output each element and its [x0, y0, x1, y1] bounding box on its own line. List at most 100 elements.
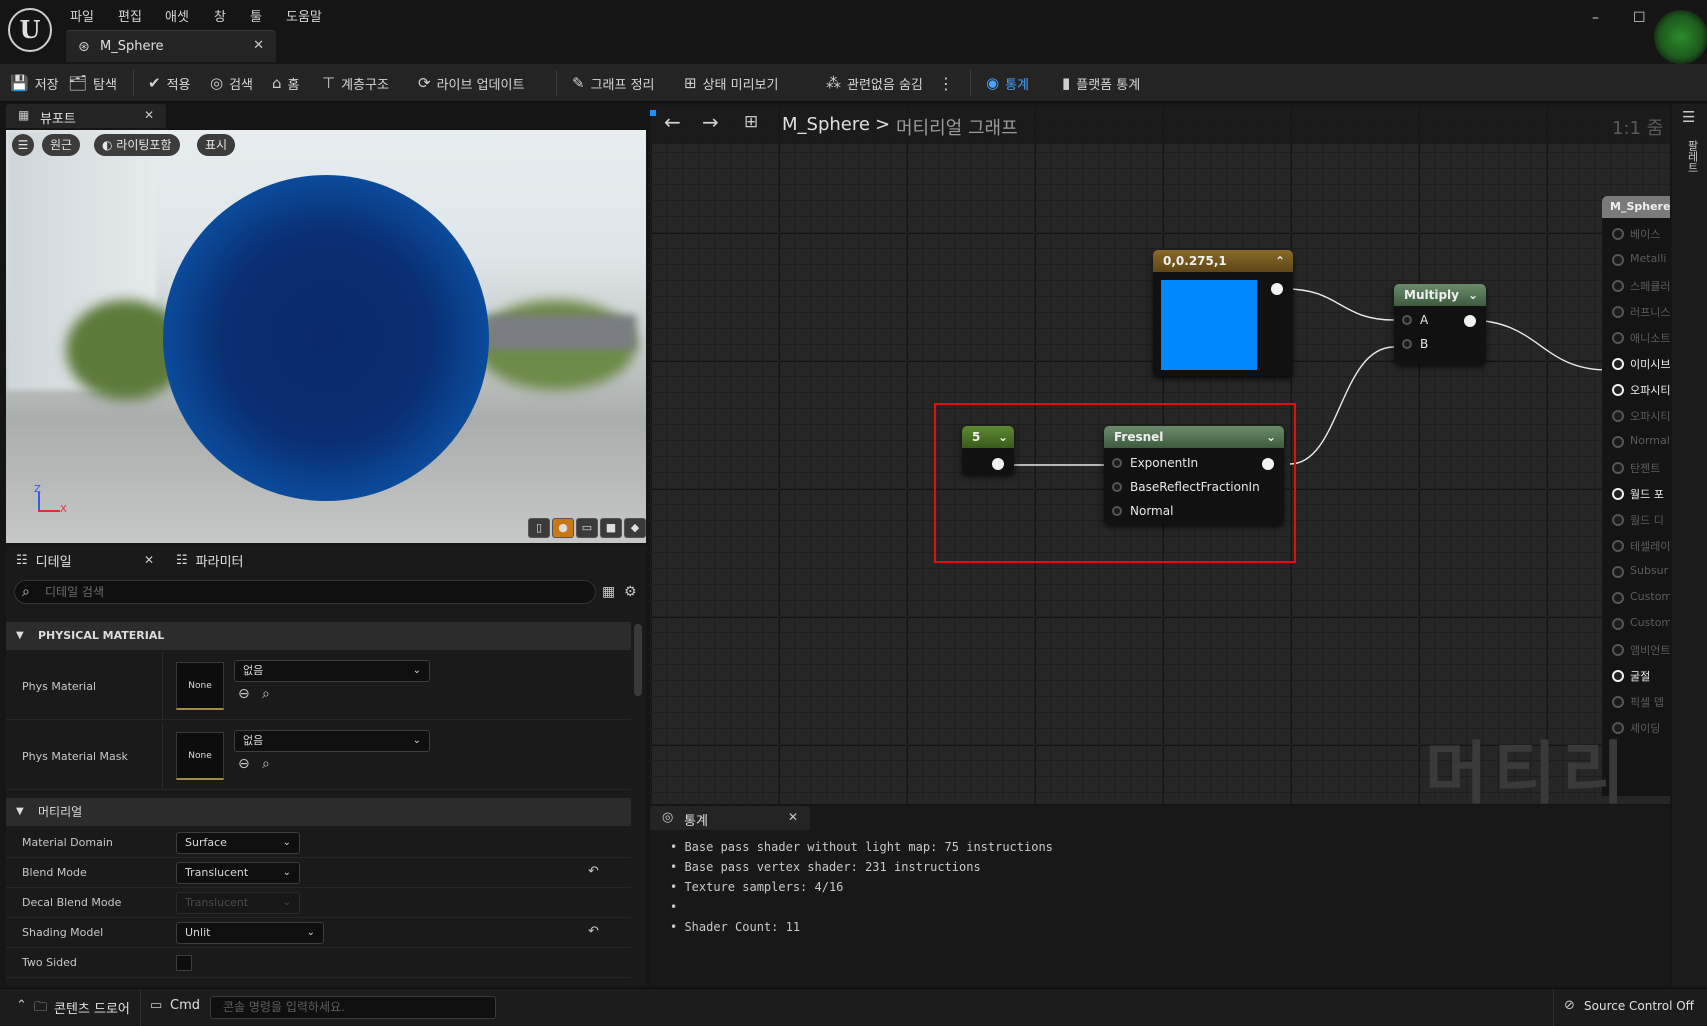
- input-pin-exponent[interactable]: [1112, 458, 1122, 468]
- fresnel-node[interactable]: Fresnel ⌄ ExponentIn BaseReflectFractionI…: [1104, 426, 1284, 524]
- hierarchy-button[interactable]: ⊤ 계층구조: [322, 72, 389, 94]
- hamburger-menu-icon[interactable]: ☰: [12, 134, 34, 156]
- material-preview-viewport[interactable]: ☰ 원근 ◐ 라이팅포함 표시 Z X ▯ ● ▭ ■ ◆: [6, 130, 646, 543]
- clean-graph-button[interactable]: ✎ 그래프 정리: [572, 72, 655, 94]
- online-status-icon[interactable]: [1654, 10, 1707, 64]
- output-node-pin[interactable]: 베이스: [1612, 224, 1670, 244]
- chevron-up-icon[interactable]: ⌃: [1275, 250, 1285, 272]
- table-view-icon[interactable]: ▦: [602, 584, 615, 600]
- browse-button[interactable]: 🗂 탐색: [68, 72, 117, 94]
- constant-node[interactable]: 5 ⌄: [962, 426, 1014, 474]
- asset-tab[interactable]: ⊛ M_Sphere ✕: [66, 30, 276, 62]
- material-graph-canvas[interactable]: ← → ⊞ M_Sphere > 머티리얼 그래프 1:1 줌 0,0.275,…: [650, 104, 1670, 804]
- hide-unrelated-button[interactable]: ⁂ 관련없음 숨김: [826, 72, 923, 94]
- cylinder-icon[interactable]: ▯: [528, 518, 550, 538]
- output-pin[interactable]: [992, 458, 1004, 470]
- content-drawer-button[interactable]: 콘텐츠 드로어: [54, 998, 130, 1017]
- chevron-up-icon[interactable]: ⌃: [16, 998, 27, 1013]
- search-button[interactable]: ◎ 검색: [210, 72, 253, 94]
- output-node-pin[interactable]: 앰비언트: [1612, 640, 1670, 660]
- output-node-pin[interactable]: 이미시브: [1612, 354, 1670, 374]
- output-node-pin[interactable]: Normal: [1612, 432, 1670, 452]
- output-node-pin[interactable]: 월드 디: [1612, 510, 1670, 530]
- output-node-pin[interactable]: 스페큘러: [1612, 276, 1670, 296]
- section-material[interactable]: ▼ 머티리얼: [6, 798, 631, 826]
- input-pin-normal[interactable]: [1112, 506, 1122, 516]
- output-node-pin[interactable]: 탄젠트: [1612, 458, 1670, 478]
- state-preview-button[interactable]: ⊞ 상태 미리보기: [684, 72, 778, 94]
- chevron-down-icon[interactable]: ⌄: [1468, 284, 1478, 306]
- save-button[interactable]: 💾 저장: [10, 72, 59, 94]
- menu-edit[interactable]: 편집: [118, 6, 142, 25]
- output-node-pin[interactable]: 월드 포: [1612, 484, 1670, 504]
- stats-button[interactable]: ◉ 통계: [986, 72, 1029, 94]
- close-icon[interactable]: ✕: [144, 553, 154, 567]
- input-pin-a[interactable]: [1402, 315, 1412, 325]
- multiply-node[interactable]: Multiply ⌄ A B: [1394, 284, 1486, 364]
- output-node-pin[interactable]: Custom: [1612, 614, 1670, 634]
- blend-mode-combo[interactable]: Translucent ⌄: [176, 862, 300, 884]
- tab-parameters[interactable]: ☷ 파라미터: [176, 546, 244, 574]
- lit-mode-button[interactable]: ◐ 라이팅포함: [94, 134, 180, 156]
- console-input[interactable]: 콘솔 명령을 입력하세요.: [210, 996, 496, 1019]
- menu-tools[interactable]: 툴: [250, 6, 262, 25]
- list-icon[interactable]: ☰: [1682, 108, 1695, 126]
- input-pin-basereflect[interactable]: [1112, 482, 1122, 492]
- details-search-input[interactable]: 디테일 검색: [14, 580, 596, 604]
- output-node-pin[interactable]: 굴절: [1612, 666, 1670, 686]
- maximize-button[interactable]: ☐: [1633, 10, 1646, 26]
- platform-stats-button[interactable]: ▮ 플랫폼 통계: [1062, 72, 1140, 94]
- browse-to-asset-icon[interactable]: ⊖: [238, 686, 250, 702]
- sphere-icon[interactable]: ●: [552, 518, 574, 538]
- more-options-icon[interactable]: ⋮: [938, 72, 954, 94]
- show-button[interactable]: 표시: [197, 134, 236, 156]
- output-node-pin[interactable]: Subsur: [1612, 562, 1670, 582]
- output-node-pin[interactable]: 오파시티: [1612, 406, 1670, 426]
- menu-asset[interactable]: 애셋: [165, 6, 189, 25]
- apply-button[interactable]: ✔ 적용: [148, 72, 191, 94]
- output-node-pin[interactable]: 오파시티: [1612, 380, 1670, 400]
- output-pin[interactable]: [1262, 458, 1274, 470]
- browse-to-asset-icon[interactable]: ⊖: [238, 756, 250, 772]
- output-node-pin[interactable]: 픽셀 뎁: [1612, 692, 1670, 712]
- material-output-node[interactable]: M_Sphere 베이스 Metalli 스페큘러 러프니스 애니소트 이미시브 오파시티 오…: [1602, 196, 1670, 796]
- reset-to-default-icon[interactable]: ↶: [588, 924, 599, 939]
- two-sided-checkbox[interactable]: [176, 955, 192, 971]
- reset-to-default-icon[interactable]: ↶: [588, 864, 599, 879]
- material-domain-combo[interactable]: Surface ⌄: [176, 832, 300, 854]
- gear-icon[interactable]: ⚙: [624, 584, 637, 600]
- chevron-down-icon[interactable]: ⌄: [998, 426, 1008, 448]
- output-node-pin[interactable]: Metalli: [1612, 250, 1670, 270]
- find-asset-icon[interactable]: ⌕: [262, 756, 270, 772]
- menu-file[interactable]: 파일: [70, 6, 94, 25]
- minimize-button[interactable]: –: [1592, 10, 1599, 26]
- tab-details[interactable]: ☷ 디테일: [16, 546, 72, 574]
- plane-icon[interactable]: ▭: [576, 518, 598, 538]
- menu-window[interactable]: 창: [214, 6, 226, 25]
- constant3vector-node[interactable]: 0,0.275,1 ⌃: [1153, 250, 1293, 376]
- shading-model-combo[interactable]: Unlit ⌄: [176, 922, 324, 944]
- tab-stats[interactable]: ◎ 통계 ✕: [650, 806, 810, 830]
- palette-tab[interactable]: 팔레트: [1684, 140, 1700, 173]
- live-update-button[interactable]: ⟳ 라이브 업데이트: [418, 72, 524, 94]
- source-control-status[interactable]: Source Control Off: [1584, 999, 1694, 1013]
- details-scrollbar[interactable]: [634, 624, 642, 696]
- close-icon[interactable]: ✕: [144, 108, 154, 122]
- close-icon[interactable]: ✕: [253, 38, 264, 53]
- cmd-button[interactable]: Cmd: [170, 998, 200, 1013]
- mesh-icon[interactable]: ◆: [624, 518, 646, 538]
- menu-help[interactable]: 도움말: [286, 6, 322, 25]
- perspective-button[interactable]: 원근: [42, 134, 81, 156]
- output-pin[interactable]: [1271, 283, 1283, 295]
- section-physical-material[interactable]: ▼ PHYSICAL MATERIAL: [6, 622, 631, 650]
- phys-material-thumbnail[interactable]: None: [176, 662, 224, 710]
- output-node-pin[interactable]: 애니소트: [1612, 328, 1670, 348]
- home-button[interactable]: ⌂ 홈: [272, 72, 300, 94]
- cube-icon[interactable]: ■: [600, 518, 622, 538]
- phys-material-mask-thumbnail[interactable]: None: [176, 732, 224, 780]
- find-asset-icon[interactable]: ⌕: [262, 686, 270, 702]
- phys-material-mask-combo[interactable]: 없음 ⌄: [234, 730, 430, 752]
- input-pin-b[interactable]: [1402, 339, 1412, 349]
- chevron-down-icon[interactable]: ⌄: [1266, 426, 1276, 448]
- output-pin[interactable]: [1464, 315, 1476, 327]
